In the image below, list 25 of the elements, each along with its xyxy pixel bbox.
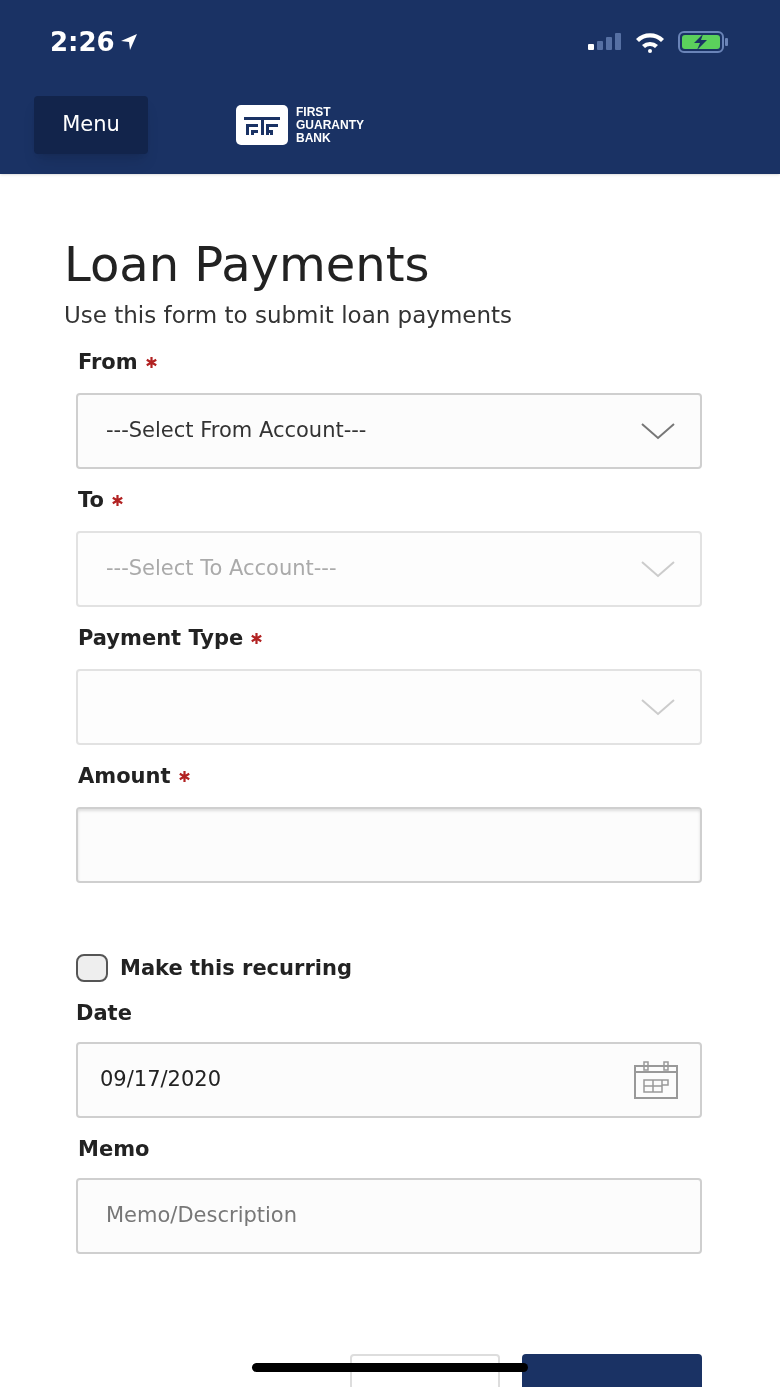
chevron-down-icon: [640, 697, 676, 716]
checkbox-label: Make this recurring: [120, 954, 352, 982]
calendar-icon[interactable]: [634, 1061, 678, 1099]
account-dropdown[interactable]: ---Select From Account---: [76, 392, 702, 469]
clock-time: 2:26: [50, 25, 115, 59]
battery-charging-icon: [678, 31, 730, 53]
field-label: Memo: [78, 1136, 150, 1164]
amount-field[interactable]: [76, 806, 702, 883]
field-label: Date: [76, 1000, 132, 1028]
page-title: Loan Payments: [64, 236, 431, 292]
field-label: Payment Type: [78, 624, 244, 652]
field-label: From: [78, 348, 138, 376]
wifi-icon: [634, 31, 666, 53]
field-label: To: [78, 486, 104, 514]
chevron-down-icon: [640, 559, 676, 578]
memo-field[interactable]: Memo/Description: [76, 1178, 702, 1254]
bank-name: FIRST GUARANTY BANK: [296, 105, 364, 145]
signal-icon: [588, 32, 622, 52]
date-field[interactable]: 09/17/2020: [76, 1042, 702, 1118]
checkbox[interactable]: [76, 954, 108, 983]
menu-button[interactable]: Menu: [34, 96, 148, 154]
bank-logo-icon: [236, 105, 288, 145]
field-label: Amount: [78, 762, 171, 790]
chevron-down-icon: [640, 421, 676, 440]
page-subtitle: Use this form to submit loan payments: [64, 301, 514, 330]
